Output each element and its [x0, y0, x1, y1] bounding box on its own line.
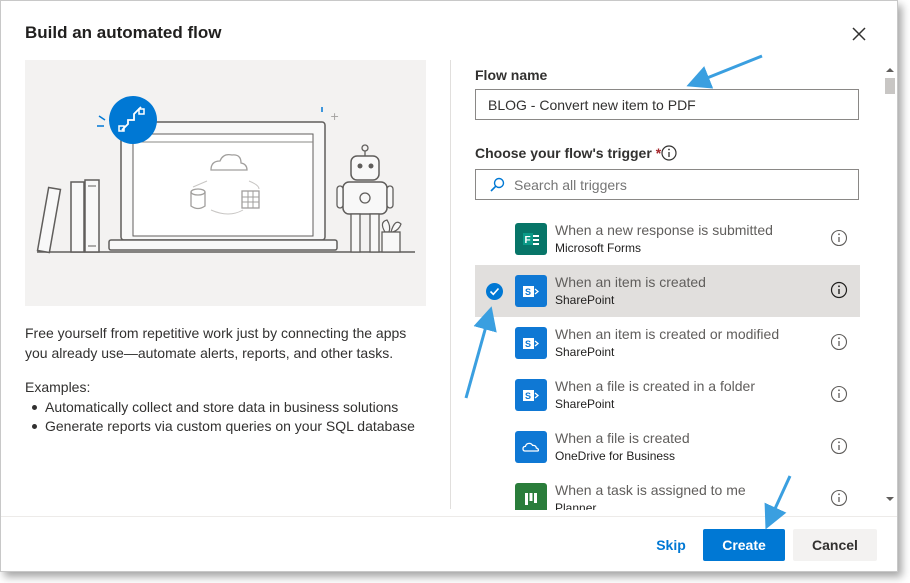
trigger-app: OneDrive for Business	[555, 449, 676, 463]
close-icon	[852, 27, 866, 41]
trigger-item[interactable]: When a task is assigned to me Planner	[475, 473, 860, 510]
svg-text:S: S	[525, 339, 531, 349]
scroll-down-icon[interactable]	[886, 497, 894, 501]
svg-text:F: F	[525, 235, 531, 246]
trigger-name: When a file is created in a folder	[555, 378, 755, 394]
trigger-info-button[interactable]	[661, 145, 677, 161]
close-button[interactable]	[848, 23, 870, 45]
trigger-app: Planner	[555, 501, 597, 510]
search-icon	[490, 177, 505, 192]
checkmark-icon	[486, 283, 503, 300]
trigger-item[interactable]: F When a new response is submitted Micro…	[475, 213, 860, 265]
planner-icon	[515, 483, 547, 510]
scroll-thumb[interactable]	[885, 78, 895, 94]
svg-text:S: S	[525, 287, 531, 297]
trigger-item[interactable]: When a file is created OneDrive for Busi…	[475, 421, 860, 473]
footer-divider	[1, 516, 897, 517]
info-icon[interactable]	[830, 281, 848, 299]
trigger-app: SharePoint	[555, 397, 615, 411]
forms-icon: F	[515, 223, 547, 255]
sharepoint-icon: S	[515, 327, 547, 359]
trigger-label-text: Choose your flow's trigger	[475, 145, 652, 161]
dialog-description: Free yourself from repetitive work just …	[25, 325, 407, 361]
column-divider	[450, 60, 451, 509]
info-icon[interactable]	[830, 229, 848, 247]
laptop-illustration-icon: +	[36, 96, 415, 254]
examples-title: Examples:	[25, 379, 91, 395]
trigger-item-selected[interactable]: S When an item is created SharePoint	[475, 265, 860, 317]
trigger-list-scrollbar[interactable]	[883, 60, 897, 509]
trigger-name: When a task is assigned to me	[555, 482, 746, 498]
info-icon[interactable]	[830, 437, 848, 455]
trigger-search-box[interactable]	[475, 169, 859, 200]
trigger-list: F When a new response is submitted Micro…	[475, 213, 860, 510]
info-icon[interactable]	[830, 489, 848, 507]
dialog-title: Build an automated flow	[25, 23, 222, 42]
info-icon[interactable]	[830, 385, 848, 403]
trigger-search-input[interactable]	[508, 176, 858, 193]
examples-list: Automatically collect and store data in …	[25, 398, 415, 436]
onedrive-icon	[515, 431, 547, 463]
trigger-app: SharePoint	[555, 345, 615, 359]
trigger-app: Microsoft Forms	[555, 241, 642, 255]
svg-text:+: +	[330, 110, 339, 123]
trigger-item[interactable]: S When an item is created or modified Sh…	[475, 317, 860, 369]
sharepoint-icon: S	[515, 275, 547, 307]
sharepoint-icon: S	[515, 379, 547, 411]
svg-text:S: S	[525, 391, 531, 401]
create-button[interactable]: Create	[703, 529, 785, 561]
flow-name-label: Flow name	[475, 67, 548, 83]
trigger-name: When an item is created	[555, 274, 706, 290]
info-icon	[661, 145, 677, 161]
cancel-button[interactable]: Cancel	[793, 529, 877, 561]
trigger-name: When a new response is submitted	[555, 222, 773, 238]
trigger-label: Choose your flow's trigger *	[475, 145, 661, 161]
trigger-item[interactable]: S When a file is created in a folder Sha…	[475, 369, 860, 421]
trigger-app: SharePoint	[555, 293, 615, 307]
trigger-name: When a file is created	[555, 430, 690, 446]
skip-button[interactable]: Skip	[649, 529, 693, 561]
scroll-up-icon[interactable]	[886, 68, 894, 72]
example-item: Automatically collect and store data in …	[25, 398, 415, 417]
illustration: +	[25, 60, 426, 306]
info-icon[interactable]	[830, 333, 848, 351]
trigger-name: When an item is created or modified	[555, 326, 780, 342]
example-item: Generate reports via custom queries on y…	[25, 417, 415, 436]
flow-name-input[interactable]	[475, 89, 859, 120]
build-flow-dialog: Build an automated flow + Free yourself …	[0, 0, 898, 572]
